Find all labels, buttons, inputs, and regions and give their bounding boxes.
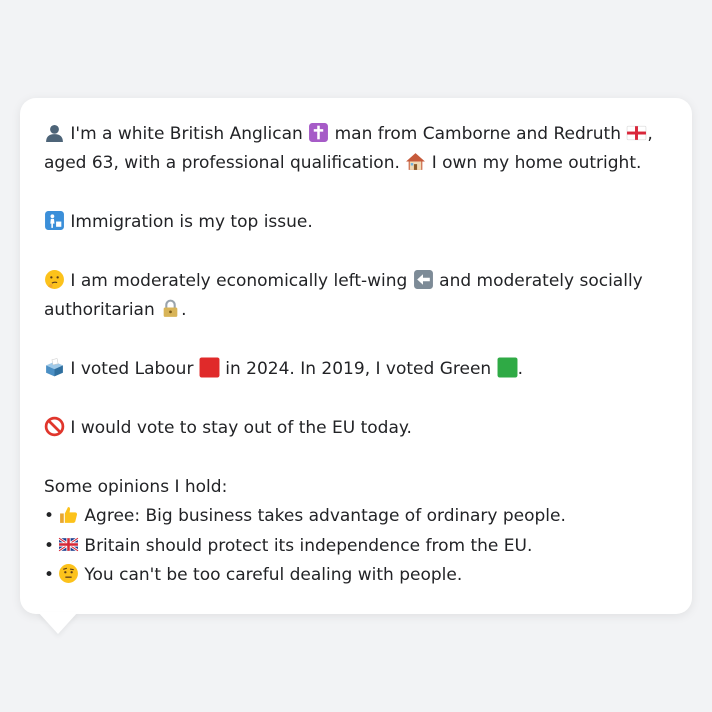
house-icon — [405, 151, 426, 172]
speech-bubble-tail — [38, 612, 78, 634]
bullet: • — [44, 535, 55, 556]
ballot-box-icon — [44, 357, 65, 378]
opinion-text: Britain should protect its independence … — [84, 535, 533, 556]
latin-cross-icon — [308, 122, 329, 143]
thinking-face-icon — [44, 269, 65, 290]
red-square-icon — [199, 357, 220, 378]
opinions-section: Some opinions I hold: • Agree: Big busin… — [44, 473, 668, 591]
ideology-paragraph: I am moderately economically left-wing a… — [44, 267, 668, 326]
profile-card: I'm a white British Anglican man from Ca… — [20, 98, 692, 614]
opinions-heading: Some opinions I hold: — [44, 476, 228, 497]
opinions-list: • Agree: Big business takes advantage of… — [44, 502, 668, 590]
vote-text-b: in 2024. In 2019, I voted Green — [225, 359, 492, 380]
green-square-icon — [497, 357, 518, 378]
issue-paragraph: Immigration is my top issue. — [44, 208, 668, 237]
ideology-text-a: I am moderately economically left-wing — [70, 271, 408, 291]
intro-text-b: man from Camborne and Redruth — [334, 124, 621, 144]
ideology-text-c: . — [181, 300, 187, 321]
bullet: • — [44, 565, 55, 586]
england-flag-icon — [626, 122, 647, 143]
opinion-item: • Britain should protect its independenc… — [44, 532, 668, 561]
opinion-text: You can't be too careful dealing with pe… — [84, 565, 463, 586]
vote-text-a: I voted Labour — [70, 359, 194, 380]
bullet: • — [44, 506, 55, 527]
prohibited-icon — [44, 416, 65, 437]
padlock-icon — [160, 298, 181, 319]
raised-eyebrow-face-icon — [58, 563, 79, 584]
opinion-item: • You can't be too careful dealing with … — [44, 561, 668, 590]
vote-paragraph: I voted Labour in 2024. In 2019, I voted… — [44, 355, 668, 384]
passport-control-icon — [44, 210, 65, 231]
vote-text-c: . — [517, 359, 523, 380]
left-arrow-icon — [413, 269, 434, 290]
uk-flag-icon — [58, 534, 79, 555]
opinion-text: Agree: Big business takes advantage of o… — [84, 506, 566, 527]
opinion-item: • Agree: Big business takes advantage of… — [44, 502, 668, 531]
eu-text: I would vote to stay out of the EU today… — [70, 418, 412, 438]
thumbs-up-icon — [58, 504, 79, 525]
issue-text: Immigration is my top issue. — [70, 212, 313, 233]
bust-silhouette-icon — [44, 122, 65, 143]
intro-text-d: I own my home outright. — [431, 153, 642, 174]
eu-paragraph: I would vote to stay out of the EU today… — [44, 414, 668, 443]
intro-text-a: I'm a white British Anglican — [70, 124, 303, 144]
intro-paragraph: I'm a white British Anglican man from Ca… — [44, 120, 668, 179]
